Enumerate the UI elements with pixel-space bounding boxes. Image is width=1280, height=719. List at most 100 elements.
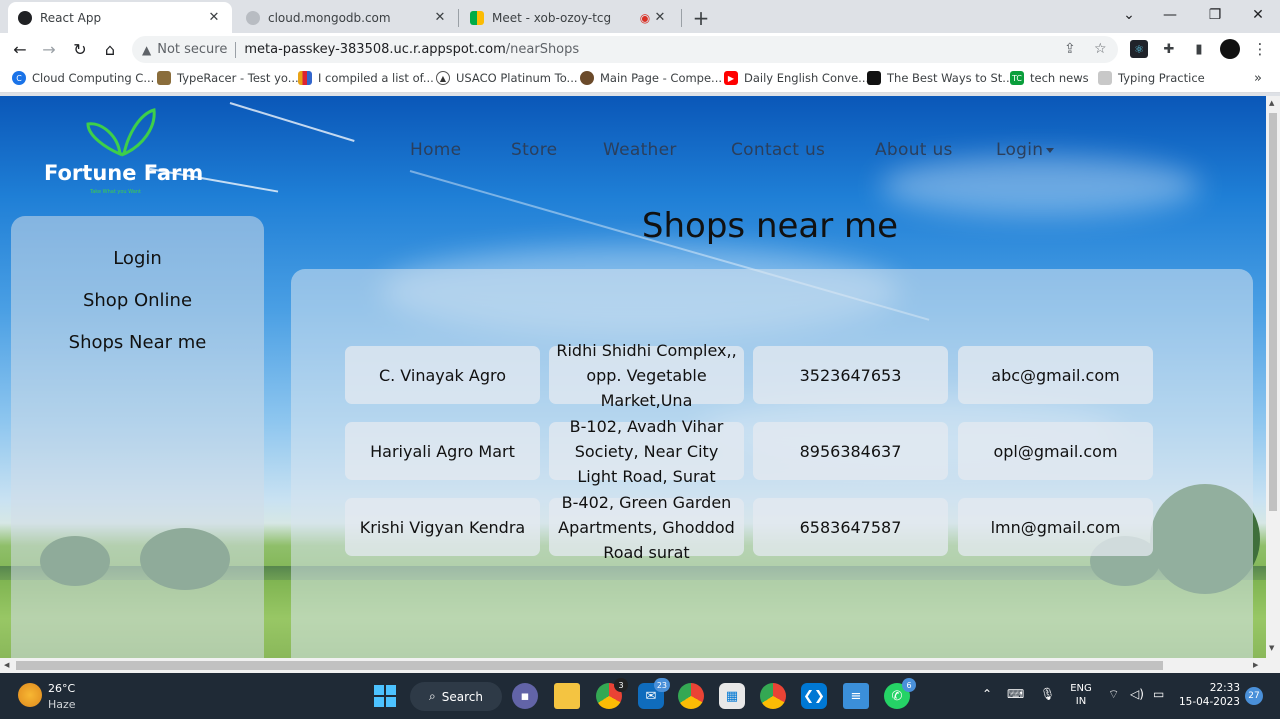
notepad-icon[interactable]: ≡ xyxy=(843,683,869,709)
scroll-left-icon[interactable]: ◀ xyxy=(4,661,9,669)
bookmark-item[interactable]: ▲ USACO Platinum To... xyxy=(436,71,578,85)
react-devtools-icon[interactable]: ⚛ xyxy=(1130,40,1148,58)
menu-icon[interactable]: ⋮ xyxy=(1251,40,1269,58)
usaco-icon: ▲ xyxy=(436,71,450,85)
sidebar: Login Shop Online Shops Near me xyxy=(11,216,264,658)
horizontal-scroll-thumb[interactable] xyxy=(16,661,1163,670)
scroll-down-icon[interactable]: ▼ xyxy=(1269,644,1274,652)
close-tab-icon[interactable]: ✕ xyxy=(652,10,668,25)
tab-title: React App xyxy=(40,10,102,25)
language-indicator[interactable]: ENG IN xyxy=(1069,683,1093,707)
vertical-scrollbar[interactable]: ▲ ▼ xyxy=(1266,96,1280,658)
close-window-button[interactable]: ✕ xyxy=(1236,0,1280,30)
battery-icon[interactable]: ▭ xyxy=(1153,687,1164,701)
nav-about-us[interactable]: About us xyxy=(875,140,953,160)
windows-start-icon[interactable] xyxy=(372,683,398,709)
new-tab-button[interactable]: + xyxy=(690,6,712,30)
store-icon[interactable]: ▦ xyxy=(719,683,745,709)
reload-icon[interactable]: ↻ xyxy=(69,38,91,60)
bookmark-item[interactable]: The Best Ways to St... xyxy=(867,71,1013,85)
forward-icon[interactable]: → xyxy=(38,38,60,60)
loading-icon xyxy=(246,10,260,25)
minimize-button[interactable]: — xyxy=(1148,0,1192,30)
bookmark-label: Daily English Conve... xyxy=(744,71,870,85)
wifi-icon[interactable]: ⌔ xyxy=(1108,687,1119,702)
vertical-scroll-thumb[interactable] xyxy=(1269,113,1277,511)
bookmark-star-icon[interactable]: ☆ xyxy=(1094,41,1107,57)
shop-phone: 6583647587 xyxy=(753,498,948,556)
sidebar-item-shops-near-me[interactable]: Shops Near me xyxy=(11,332,264,353)
back-icon[interactable]: ← xyxy=(9,38,31,60)
warning-icon[interactable]: ▲ xyxy=(142,43,151,57)
whatsapp-icon[interactable]: ✆ 6 xyxy=(884,678,916,709)
teams-chat-icon[interactable]: ▪ xyxy=(512,683,538,709)
recording-icon: ◉ xyxy=(639,10,651,25)
notification-count[interactable]: 27 xyxy=(1245,687,1263,705)
clock-date: 15-04-2023 xyxy=(1178,696,1240,708)
weather-temp[interactable]: 26°C xyxy=(48,682,75,695)
close-tab-icon[interactable]: ✕ xyxy=(206,10,222,25)
site-logo[interactable]: Fortune Farm Take What you Want xyxy=(44,108,204,198)
youtube-icon: ▶ xyxy=(724,71,738,85)
tab-mongodb[interactable]: cloud.mongodb.com ✕ xyxy=(236,2,458,33)
profile-avatar[interactable] xyxy=(1220,39,1240,59)
extensions-icon[interactable]: ✚ xyxy=(1160,40,1178,58)
bookmarks-bar: C Cloud Computing C... TypeRacer - Test y… xyxy=(0,65,1280,93)
close-tab-icon[interactable]: ✕ xyxy=(432,10,448,25)
weather-desc[interactable]: Haze xyxy=(48,698,76,711)
share-icon[interactable]: ⇪ xyxy=(1064,41,1076,57)
globe-icon xyxy=(18,10,32,25)
tab-search-icon[interactable]: ⌄ xyxy=(1107,0,1151,30)
bookmark-item[interactable]: Typing Practice xyxy=(1098,71,1205,85)
taskbar-search[interactable]: ⌕ Search xyxy=(410,682,502,711)
volume-icon[interactable]: ◁) xyxy=(1130,687,1144,701)
tab-meet[interactable]: Meet - xob-ozoy-tcg ◉ ✕ xyxy=(460,2,678,33)
file-explorer-icon[interactable] xyxy=(554,683,580,709)
address-bar[interactable]: ▲ Not secure meta-passkey-383508.uc.r.ap… xyxy=(132,36,1118,63)
scroll-up-icon[interactable]: ▲ xyxy=(1269,99,1274,107)
nav-store[interactable]: Store xyxy=(511,140,557,160)
shop-phone: 8956384637 xyxy=(753,422,948,480)
clock[interactable]: 22:33 15-04-2023 xyxy=(1178,682,1240,708)
restore-button[interactable]: ❐ xyxy=(1193,0,1237,30)
url-host: meta-passkey-383508.uc.r.appspot.com xyxy=(244,42,506,57)
chrome-profile-icon[interactable] xyxy=(678,683,704,709)
shop-phone: 3523647653 xyxy=(753,346,948,404)
bookmark-item[interactable]: C Cloud Computing C... xyxy=(12,71,154,85)
mail-badge: 23 xyxy=(653,678,670,692)
sidebar-item-login[interactable]: Login xyxy=(11,248,264,269)
shop-email: lmn@gmail.com xyxy=(958,498,1153,556)
bookmark-label: The Best Ways to St... xyxy=(887,71,1014,85)
security-label[interactable]: Not secure xyxy=(157,42,227,57)
horizontal-scrollbar[interactable]: ◀ ▶ xyxy=(0,658,1280,673)
tab-react-app[interactable]: React App ✕ xyxy=(8,2,232,33)
chrome-icon[interactable]: 3 xyxy=(596,678,628,709)
microphone-icon[interactable]: 🎙 xyxy=(1040,687,1055,701)
sidebar-item-shop-online[interactable]: Shop Online xyxy=(11,290,264,311)
bookmark-item[interactable]: TC tech news xyxy=(1010,71,1089,85)
url-path: /nearShops xyxy=(505,42,580,57)
divider xyxy=(235,41,237,58)
chrome-alt-icon[interactable] xyxy=(760,683,786,709)
chevron-up-icon[interactable]: ⌃ xyxy=(982,687,992,701)
page-viewport: Fortune Farm Take What you Want Home Sto… xyxy=(0,96,1266,658)
typing-icon xyxy=(1098,71,1112,85)
mail-icon[interactable]: ✉ 23 xyxy=(638,678,670,709)
side-panel-icon[interactable]: ▮ xyxy=(1190,40,1208,58)
nav-login-dropdown[interactable]: Login xyxy=(996,140,1055,160)
scroll-right-icon[interactable]: ▶ xyxy=(1253,661,1258,669)
vscode-icon[interactable]: ❮❯ xyxy=(801,683,827,709)
bookmarks-overflow-button[interactable]: » xyxy=(1254,71,1262,86)
weather-haze-icon[interactable] xyxy=(18,683,42,707)
bookmark-item[interactable]: Main Page - Compe... xyxy=(580,71,722,85)
bookmark-item[interactable]: ▶ Daily English Conve... xyxy=(724,71,869,85)
nav-login-label: Login xyxy=(996,140,1044,160)
bookmark-item[interactable]: TypeRacer - Test yo... xyxy=(157,71,299,85)
keyboard-icon[interactable]: ⌨ xyxy=(1007,687,1024,701)
bookmark-item[interactable]: I compiled a list of... xyxy=(298,71,434,85)
nav-contact-us[interactable]: Contact us xyxy=(731,140,825,160)
nav-home[interactable]: Home xyxy=(410,140,461,160)
home-icon[interactable]: ⌂ xyxy=(99,38,121,60)
nav-weather[interactable]: Weather xyxy=(603,140,677,160)
bookmark-label: Cloud Computing C... xyxy=(32,71,155,85)
